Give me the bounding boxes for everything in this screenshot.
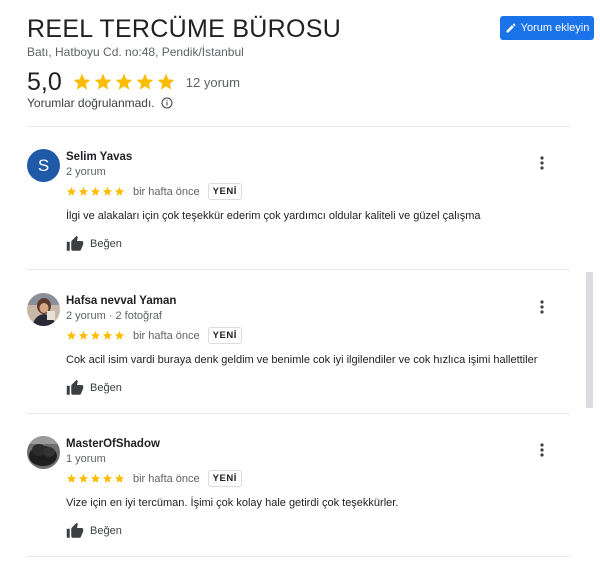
star-icon	[66, 186, 77, 196]
divider	[27, 269, 570, 270]
star-icon	[114, 330, 125, 340]
star-icon	[90, 473, 101, 483]
avatar[interactable]: S	[27, 149, 60, 182]
star-icon	[157, 73, 175, 90]
review-rating-row: bir hafta önce YENİ	[66, 183, 242, 200]
like-label: Beğen	[90, 382, 122, 394]
reviewer-name[interactable]: Hafsa nevval Yaman	[66, 295, 176, 307]
new-badge: YENİ	[207, 470, 242, 487]
reviewer-name[interactable]: Selim Yavas	[66, 151, 132, 163]
like-button[interactable]: Beğen	[66, 379, 122, 397]
more-options-icon[interactable]	[538, 299, 546, 315]
verification-text: Yorumlar doğrulanmadı.	[27, 96, 155, 110]
star-icon	[90, 186, 101, 196]
reviewer-meta: 2 yorum · 2 fotoğraf	[66, 310, 162, 322]
avatar[interactable]	[27, 436, 60, 469]
star-rating	[66, 186, 125, 197]
star-icon	[66, 330, 77, 340]
review-rating-row: bir hafta önce YENİ	[66, 470, 242, 487]
like-label: Beğen	[90, 238, 122, 250]
thumbs-up-icon	[66, 235, 84, 251]
star-icon	[102, 473, 113, 483]
thumbs-up-icon	[66, 379, 84, 395]
review-rating-row: bir hafta önce YENİ	[66, 327, 242, 344]
business-address: Batı, Hatboyu Cd. no:48, Pendik/İstanbul	[27, 45, 244, 59]
star-icon	[102, 186, 113, 196]
like-label: Beğen	[90, 525, 122, 537]
more-options-icon[interactable]	[538, 442, 546, 458]
review-text: İlgi ve alakaları için çok teşekkür eder…	[66, 210, 481, 222]
star-icon	[115, 73, 133, 90]
avatar-photo	[27, 436, 60, 469]
reviewer-meta: 2 yorum	[66, 166, 106, 178]
star-icon	[90, 330, 101, 340]
like-button[interactable]: Beğen	[66, 522, 122, 540]
rating-summary: 5,0 12 yorum	[27, 68, 240, 96]
avatar[interactable]	[27, 293, 60, 326]
review-text: Cok acil isim vardi buraya denk geldim v…	[66, 354, 538, 366]
divider	[27, 126, 570, 127]
more-options-icon[interactable]	[538, 155, 546, 171]
like-button[interactable]: Beğen	[66, 235, 122, 253]
avatar-photo	[27, 293, 60, 326]
star-icon	[73, 73, 91, 90]
star-icon	[78, 186, 89, 196]
star-icon	[114, 473, 125, 483]
thumbs-up-icon	[66, 522, 84, 538]
scrollbar[interactable]	[586, 272, 593, 408]
reviewer-name[interactable]: MasterOfShadow	[66, 438, 160, 450]
divider	[27, 556, 570, 557]
average-rating: 5,0	[27, 68, 62, 96]
review-count[interactable]: 12 yorum	[186, 75, 240, 90]
review-time: bir hafta önce	[133, 329, 200, 342]
review-time: bir hafta önce	[133, 185, 200, 198]
reviewer-meta: 1 yorum	[66, 453, 106, 465]
new-badge: YENİ	[207, 183, 242, 200]
star-rating-large	[72, 72, 176, 92]
star-icon	[102, 330, 113, 340]
add-review-button[interactable]: Yorum ekleyin	[500, 16, 594, 40]
star-rating	[66, 473, 125, 484]
star-icon	[114, 186, 125, 196]
verification-note: Yorumlar doğrulanmadı.	[27, 96, 173, 110]
star-rating	[66, 330, 125, 341]
add-review-label: Yorum ekleyin	[520, 22, 590, 34]
new-badge: YENİ	[207, 327, 242, 344]
pencil-icon	[506, 23, 516, 33]
star-icon	[78, 473, 89, 483]
review-text: Vize için en iyi tercüman. İşimi çok kol…	[66, 497, 399, 509]
star-icon	[78, 330, 89, 340]
info-icon[interactable]	[161, 97, 173, 109]
review-time: bir hafta önce	[133, 472, 200, 485]
star-icon	[66, 473, 77, 483]
divider	[27, 413, 570, 414]
star-icon	[94, 73, 112, 90]
star-icon	[136, 73, 154, 90]
